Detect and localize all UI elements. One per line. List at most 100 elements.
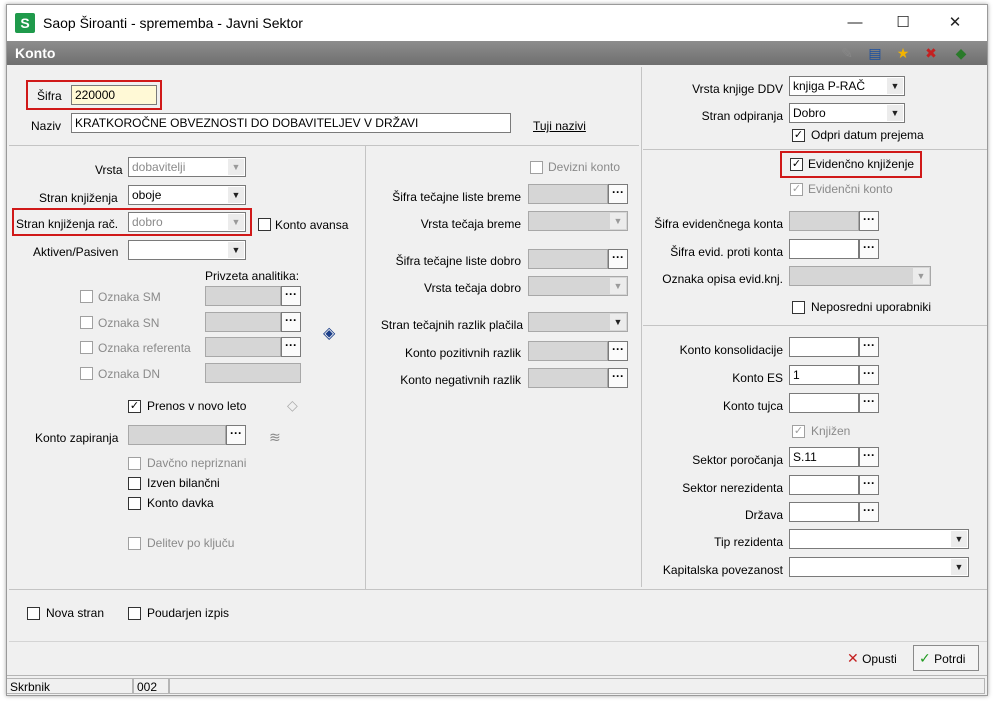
naziv-label: Naziv [31,119,62,133]
edit-note-icon[interactable]: ✎ [837,44,857,62]
aktiven-pasiven-select[interactable]: ▼ [128,240,246,260]
konto-pozitivnih-browse-button[interactable]: ··· [608,341,628,361]
divider-right-1 [643,149,987,150]
sektor-nerezidenta-input[interactable] [789,475,859,495]
minimize-button[interactable]: — [833,11,877,35]
chevron-down-icon[interactable]: ▼ [887,78,903,94]
konto-konsolidacije-browse-button[interactable]: ··· [859,337,879,357]
konto-konsolidacije-input[interactable] [789,337,859,357]
sektor-porocanja-input[interactable]: S.11 [789,447,859,467]
vrsta-label: Vrsta [95,163,123,177]
privzeta-analitika-label: Privzeta analitika: [205,269,300,283]
sifra-input[interactable]: 220000 [71,85,157,105]
evidencno-knjizenje-checkbox[interactable]: ✓ [790,158,803,171]
vrsta-knjige-ddv-select[interactable]: knjiga P-RAČ ▼ [789,76,905,96]
konto-tujca-input[interactable] [789,393,859,413]
vrsta-select: dobavitelji ▼ [128,157,246,177]
chevron-down-icon[interactable]: ▼ [951,559,967,575]
opusti-button[interactable]: ✕ Opusti [847,645,897,671]
confirm-check-icon: ✓ [919,650,931,666]
chevron-down-icon[interactable]: ▼ [887,105,903,121]
cancel-x-icon: ✕ [847,650,859,666]
izven-bilancni-checkbox[interactable] [128,477,141,490]
prenos-novo-leto-checkbox[interactable]: ✓ [128,400,141,413]
poudarjen-izpis-checkbox[interactable] [128,607,141,620]
devizni-konto-checkbox [530,161,543,174]
kapitalska-label: Kapitalska povezanost [662,563,783,577]
sifra-evid-proti-input[interactable] [789,239,859,259]
stran-knjizenja-select[interactable]: oboje ▼ [128,185,246,205]
kapitalska-select[interactable]: ▼ [789,557,969,577]
status-empty [169,678,985,694]
tip-rezidenta-select[interactable]: ▼ [789,529,969,549]
oznaka-sm-browse-button[interactable]: ··· [281,286,301,306]
oznaka-sn-browse-button[interactable]: ··· [281,312,301,332]
naziv-input[interactable]: KRATKOROČNE OBVEZNOSTI DO DOBAVITELJEV V… [71,113,511,133]
favorite-star-icon[interactable]: ★ [893,44,913,62]
nova-stran-checkbox[interactable] [27,607,40,620]
konto-es-label: Konto ES [732,371,783,385]
sifra-evid-konta-label: Šifra evidenčnega konta [654,217,783,231]
potrdi-button[interactable]: ✓ Potrdi [913,645,979,671]
chevron-down-icon[interactable]: ▼ [228,242,244,258]
tuji-nazivi-link[interactable]: Tuji nazivi [533,119,586,133]
konto-pozitivnih-label: Konto pozitivnih razlik [404,346,521,360]
konto-tujca-label: Konto tujca [722,399,783,413]
stran-tecajnih-label: Stran tečajnih razlik plačila [380,318,523,332]
list-view-icon[interactable]: ▤ [865,44,885,62]
konto-negativnih-browse-button[interactable]: ··· [608,368,628,388]
chevron-down-icon[interactable]: ▼ [610,314,626,330]
sifra-tecajne-breme-browse-button[interactable]: ··· [608,184,628,204]
evidencni-konto-label: Evidenčni konto [808,182,893,196]
divider-bottom [9,589,987,590]
sifra-tecajne-dobro-browse-button[interactable]: ··· [608,249,628,269]
window-title: Saop Široanti - sprememba - Javni Sektor [43,15,303,31]
sifra-tecajne-dobro-label: Šifra tečajne liste dobro [395,254,521,268]
dialog-window: S Saop Široanti - sprememba - Javni Sekt… [6,4,988,696]
oznaka-referenta-browse-button[interactable]: ··· [281,337,301,357]
maximize-button[interactable]: ☐ [881,11,925,35]
aktiven-pasiven-label: Aktiven/Pasiven [33,245,119,259]
close-button[interactable]: ✕ [933,11,977,35]
konto-zapiranja-browse-button[interactable]: ··· [226,425,246,445]
konto-avansa-label: Konto avansa [275,218,349,232]
izven-bilancni-label: Izven bilančni [147,476,220,490]
chevron-down-icon[interactable]: ▼ [228,187,244,203]
drzava-browse-button[interactable]: ··· [859,502,879,522]
oznaka-opisa-select: ▼ [789,266,931,286]
oznaka-referenta-checkbox [80,341,93,354]
status-code: 002 [133,678,169,694]
sektor-nerezidenta-label: Sektor nerezidenta [682,481,783,495]
konto-tujca-browse-button[interactable]: ··· [859,393,879,413]
divider-top-left [9,145,639,146]
konto-davka-checkbox[interactable] [128,497,141,510]
opusti-label: Opusti [862,652,897,666]
konto-negativnih-label: Konto negativnih razlik [400,373,521,387]
potrdi-label: Potrdi [934,652,966,666]
prenos-novo-leto-label: Prenos v novo leto [147,399,247,413]
stran-knjizenja-rac-label: Stran knjiženja rač. [16,217,119,231]
sifra-evid-konta-input [789,211,859,231]
sifra-evid-proti-browse-button[interactable]: ··· [859,239,879,259]
konto-es-browse-button[interactable]: ··· [859,365,879,385]
add-layers-icon[interactable]: ≋ [269,429,281,446]
stran-odpiranja-select[interactable]: Dobro ▼ [789,103,905,123]
oznaka-sn-input [205,312,281,332]
konto-es-input[interactable]: 1 [789,365,859,385]
drzava-input[interactable] [789,502,859,522]
eraser-icon[interactable]: ◈ [323,323,335,343]
neposredni-checkbox[interactable] [792,301,805,314]
oznaka-referenta-label: Oznaka referenta [98,341,191,355]
delitev-po-kljucu-label: Delitev po ključu [147,536,235,550]
konto-avansa-checkbox[interactable] [258,218,271,231]
delete-document-icon[interactable]: ✖ [921,44,941,62]
vrsta-knjige-ddv-label: Vrsta knjige DDV [692,82,783,96]
sifra-evid-konta-browse-button[interactable]: ··· [859,211,879,231]
odpri-datum-checkbox[interactable]: ✓ [792,129,805,142]
help-book-icon[interactable]: ◆ [951,44,971,62]
sektor-nerezidenta-browse-button[interactable]: ··· [859,475,879,495]
sektor-porocanja-browse-button[interactable]: ··· [859,447,879,467]
oznaka-sm-label: Oznaka SM [98,290,161,304]
chevron-down-icon[interactable]: ▼ [951,531,967,547]
konto-davka-label: Konto davka [147,496,214,510]
